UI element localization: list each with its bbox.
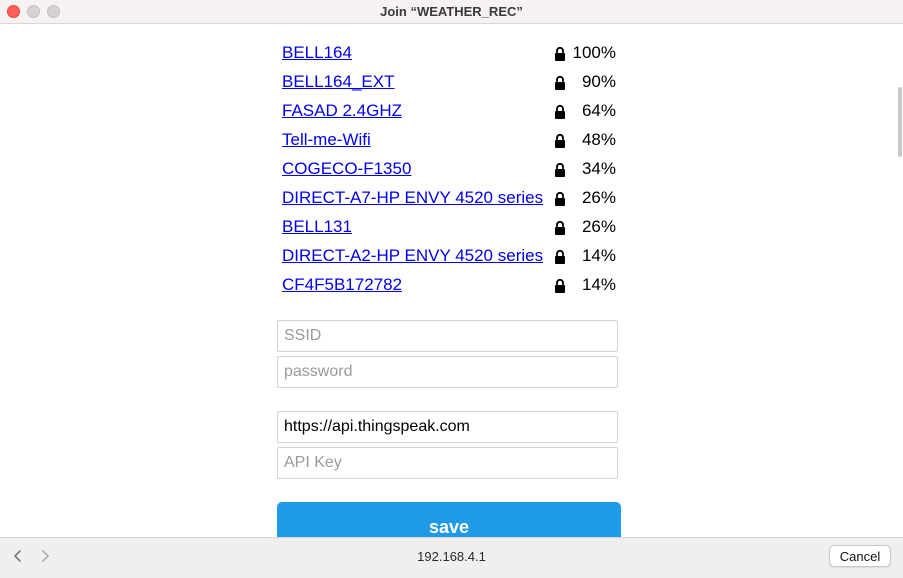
network-row: DIRECT-A2-HP ENVY 4520 series 14% [282, 243, 618, 272]
network-ssid-link[interactable]: BELL164_EXT [282, 69, 394, 95]
network-ssid-link[interactable]: COGECO-F1350 [282, 156, 411, 182]
signal-strength: 100% [572, 43, 616, 62]
scrollbar[interactable] [897, 25, 903, 537]
signal-strength: 14% [581, 275, 616, 294]
lock-icon [555, 249, 565, 264]
network-ssid-link[interactable]: BELL164 [282, 40, 352, 66]
save-button[interactable]: save [277, 502, 621, 537]
signal-strength: 64% [581, 101, 616, 120]
lock-icon [555, 75, 565, 90]
lock-icon [555, 104, 565, 119]
scrollbar-thumb[interactable] [898, 87, 902, 157]
server-url-input[interactable] [277, 411, 618, 443]
network-row: BELL131 26% [282, 214, 618, 243]
lock-icon [555, 191, 565, 206]
lock-icon [555, 220, 565, 235]
network-row: BELL164 100% [282, 40, 618, 69]
signal-strength: 34% [581, 159, 616, 178]
network-row: Tell-me-Wifi 48% [282, 127, 618, 156]
signal-strength: 90% [581, 72, 616, 91]
cancel-button[interactable]: Cancel [829, 545, 891, 567]
signal-strength: 26% [581, 217, 616, 236]
bottom-bar: 192.168.4.1 Cancel [0, 537, 903, 578]
network-ssid-link[interactable]: FASAD 2.4GHZ [282, 98, 402, 124]
title-bar: Join “WEATHER_REC” [0, 0, 903, 24]
network-ssid-link[interactable]: DIRECT-A2-HP ENVY 4520 series [282, 243, 543, 269]
page-url: 192.168.4.1 [417, 549, 486, 564]
lock-icon [555, 278, 565, 293]
lock-icon [555, 46, 565, 61]
network-row: BELL164_EXT 90% [282, 69, 618, 98]
network-ssid-link[interactable]: Tell-me-Wifi [282, 127, 371, 153]
ssid-input[interactable] [277, 320, 618, 352]
network-row: FASAD 2.4GHZ 64% [282, 98, 618, 127]
lock-icon [555, 162, 565, 177]
signal-strength: 26% [581, 188, 616, 207]
network-row: CF4F5B172782 14% [282, 272, 618, 301]
network-ssid-link[interactable]: DIRECT-A7-HP ENVY 4520 series [282, 185, 543, 211]
network-row: COGECO-F1350 34% [282, 156, 618, 185]
network-ssid-link[interactable]: BELL131 [282, 214, 352, 240]
signal-strength: 48% [581, 130, 616, 149]
lock-icon [555, 133, 565, 148]
network-list: BELL164 100% BELL164_EXT 90% FASAD 2.4GHZ 64%… [282, 40, 618, 301]
captive-portal-page: BELL164 100% BELL164_EXT 90% FASAD 2.4GHZ 64%… [0, 25, 903, 537]
signal-strength: 14% [581, 246, 616, 265]
window-title: Join “WEATHER_REC” [380, 4, 523, 19]
network-row: DIRECT-A7-HP ENVY 4520 series 26% [282, 185, 618, 214]
api-key-input[interactable] [277, 447, 618, 479]
password-input[interactable] [277, 356, 618, 388]
network-ssid-link[interactable]: CF4F5B172782 [282, 272, 402, 298]
